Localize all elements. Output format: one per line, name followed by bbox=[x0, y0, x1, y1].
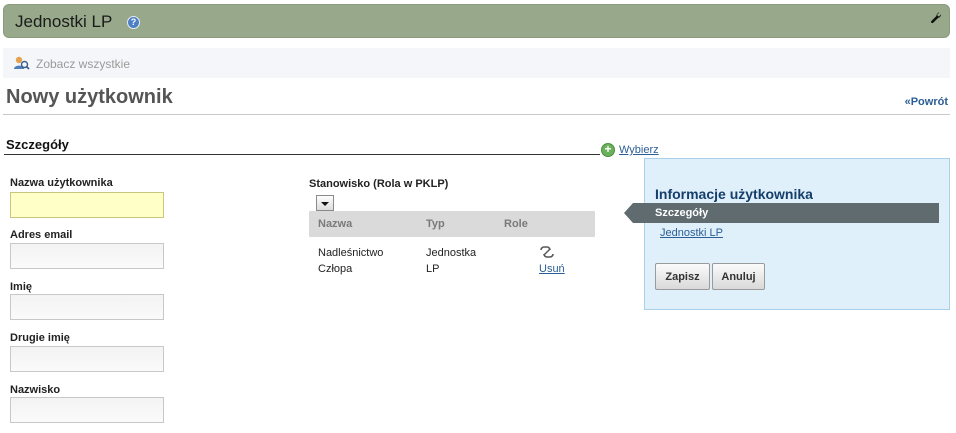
wrench-icon[interactable] bbox=[929, 11, 941, 23]
cell-name-line1: Nadleśnictwo bbox=[318, 247, 384, 259]
divider bbox=[3, 114, 950, 115]
cancel-button[interactable]: Anuluj bbox=[712, 263, 765, 290]
choose-link[interactable]: + Wybierz bbox=[601, 143, 659, 157]
column-header-name: Nazwa bbox=[309, 211, 417, 237]
tab-details-label: Szczegóły bbox=[655, 207, 709, 219]
users-search-icon[interactable] bbox=[13, 55, 30, 72]
tab-units-link[interactable]: Jednostki LP bbox=[660, 227, 723, 239]
tab-details[interactable]: Szczegóły bbox=[633, 203, 939, 223]
user-info-panel: Informacje użytkownika Szczegóły Jednost… bbox=[624, 158, 950, 310]
username-label: Nazwa użytkownika bbox=[10, 177, 113, 189]
header-bar: Jednostki LP ? bbox=[3, 4, 950, 38]
cell-actions: Usuń bbox=[495, 237, 595, 277]
middle-name-input[interactable] bbox=[10, 346, 164, 372]
table-header-row: Nazwa Typ Role bbox=[309, 211, 595, 237]
role-table: Nazwa Typ Role Nadleśnictwo Człopa Jedno… bbox=[309, 211, 595, 277]
email-input[interactable] bbox=[10, 243, 164, 269]
section-title: Szczegóły bbox=[6, 137, 69, 152]
first-name-label: Imię bbox=[10, 281, 33, 293]
cell-name: Nadleśnictwo Człopa bbox=[309, 237, 417, 277]
column-header-type: Typ bbox=[417, 211, 495, 237]
cell-type: Jednostka LP bbox=[417, 237, 495, 277]
help-icon[interactable]: ? bbox=[127, 16, 140, 29]
back-link[interactable]: «Powrót bbox=[905, 96, 948, 108]
role-dropdown[interactable] bbox=[316, 195, 334, 211]
email-label: Adres email bbox=[10, 229, 73, 241]
save-button[interactable]: Zapisz bbox=[655, 263, 710, 290]
window-title: Jednostki LP bbox=[15, 12, 113, 31]
cell-type-line1: Jednostka bbox=[426, 247, 477, 259]
link-icon[interactable] bbox=[539, 245, 555, 259]
active-tab-arrow bbox=[624, 203, 633, 223]
last-name-input[interactable] bbox=[10, 397, 164, 423]
username-input[interactable] bbox=[10, 192, 164, 218]
choose-link-label[interactable]: Wybierz bbox=[619, 144, 659, 156]
role-label: Stanowisko (Rola w PKLP) bbox=[309, 178, 449, 190]
page-title: Nowy użytkownik bbox=[6, 86, 173, 108]
plus-icon[interactable]: + bbox=[601, 143, 615, 157]
chevron-down-icon bbox=[321, 202, 329, 206]
toolbar: Zobacz wszystkie bbox=[3, 48, 950, 78]
middle-name-label: Drugie imię bbox=[10, 332, 70, 344]
view-all-link[interactable]: Zobacz wszystkie bbox=[36, 57, 130, 71]
remove-link[interactable]: Usuń bbox=[539, 263, 565, 275]
column-header-role: Role bbox=[495, 211, 595, 237]
table-row: Nadleśnictwo Człopa Jednostka LP Usuń bbox=[309, 237, 595, 277]
section-divider bbox=[4, 154, 600, 155]
last-name-label: Nazwisko bbox=[10, 384, 61, 396]
cell-type-line2: LP bbox=[426, 263, 440, 275]
cell-name-line2: Człopa bbox=[318, 263, 353, 275]
first-name-input[interactable] bbox=[10, 294, 164, 320]
info-panel-title: Informacje użytkownika bbox=[655, 186, 813, 202]
